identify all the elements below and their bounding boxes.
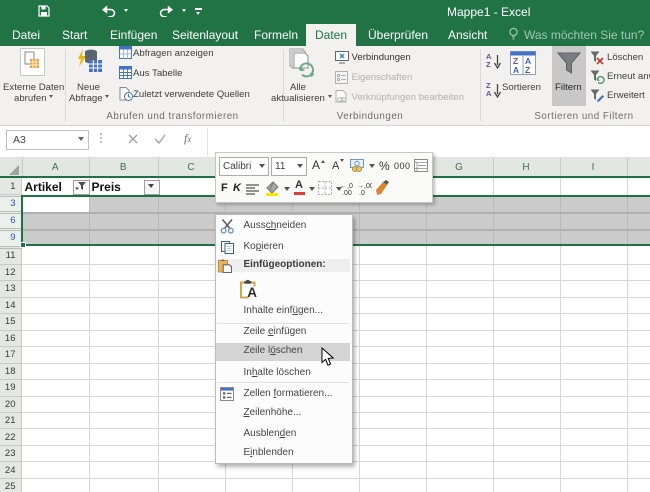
svg-text:,0: ,0 [359, 190, 365, 195]
svg-text:Z: Z [525, 65, 530, 75]
svg-text:A: A [247, 285, 257, 299]
svg-text:←,0: ←,0 [340, 183, 353, 190]
svg-text:,00: ,00 [342, 190, 352, 195]
svg-text:A: A [513, 65, 519, 75]
svg-text:→,00: →,00 [357, 183, 372, 190]
